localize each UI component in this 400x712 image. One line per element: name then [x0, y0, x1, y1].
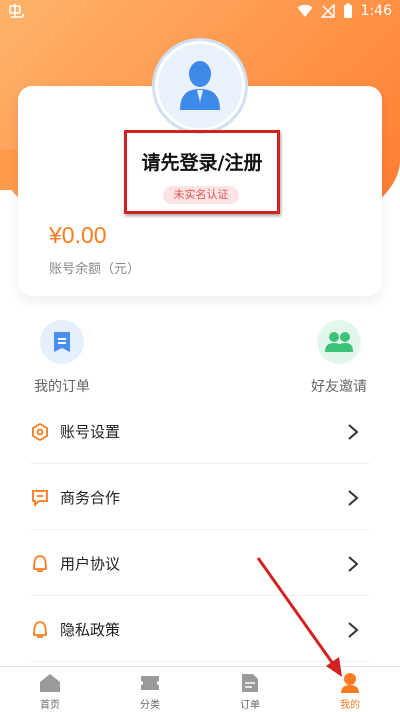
avatar[interactable]	[152, 38, 248, 134]
quick-action-invite[interactable]: 好友邀请	[289, 320, 389, 396]
bottom-tab-bar: 首页 分类 订单 我的	[0, 666, 400, 712]
balance-amount: ¥0.00	[49, 222, 107, 248]
app-logo-icon	[8, 3, 26, 19]
tab-label: 分类	[140, 700, 160, 711]
order-icon	[200, 672, 300, 694]
menu-item-privacy-policy[interactable]: 隐私政策	[30, 598, 370, 662]
user-avatar-icon	[172, 56, 228, 116]
tab-category[interactable]: 分类	[100, 667, 200, 712]
home-icon	[0, 672, 100, 694]
battery-icon	[343, 3, 353, 19]
balance-label: 账号余额（元）	[49, 262, 141, 277]
quick-action-orders[interactable]: 我的订单	[12, 320, 112, 396]
menu-item-label: 隐私政策	[60, 621, 121, 639]
tab-home[interactable]: 首页	[0, 667, 100, 712]
order-doc-icon	[40, 320, 84, 364]
tab-label: 订单	[240, 700, 260, 711]
menu-item-user-agreement[interactable]: 用户协议	[30, 532, 370, 596]
menu-item-label: 商务合作	[60, 489, 121, 507]
status-time: 1:46	[360, 3, 392, 19]
privacy-icon	[30, 620, 50, 640]
tab-label: 我的	[340, 700, 360, 711]
login-register-link[interactable]: 请先登录/注册	[124, 148, 280, 175]
tab-label: 首页	[40, 700, 60, 711]
chevron-right-icon	[346, 620, 360, 640]
quick-action-label: 好友邀请	[311, 379, 367, 395]
tab-mine[interactable]: 我的	[300, 667, 400, 712]
chat-icon	[30, 488, 50, 508]
chevron-right-icon	[346, 422, 360, 442]
no-signal-icon	[320, 4, 335, 18]
agreement-icon	[30, 554, 50, 574]
friends-icon	[317, 320, 361, 364]
menu-item-business[interactable]: 商务合作	[30, 466, 370, 530]
tab-orders[interactable]: 订单	[200, 667, 300, 712]
category-icon	[100, 672, 200, 694]
settings-icon	[30, 422, 50, 442]
menu-item-account-settings[interactable]: 账号设置	[30, 400, 370, 464]
user-icon	[300, 672, 400, 694]
status-bar: 1:46	[0, 0, 400, 24]
menu-item-label: 账号设置	[60, 423, 121, 441]
menu-item-label: 用户协议	[60, 555, 121, 573]
quick-action-label: 我的订单	[34, 379, 90, 395]
chevron-right-icon	[346, 554, 360, 574]
wifi-icon	[297, 4, 313, 18]
chevron-right-icon	[346, 488, 360, 508]
verify-status-badge: 未实名认证	[163, 186, 239, 204]
